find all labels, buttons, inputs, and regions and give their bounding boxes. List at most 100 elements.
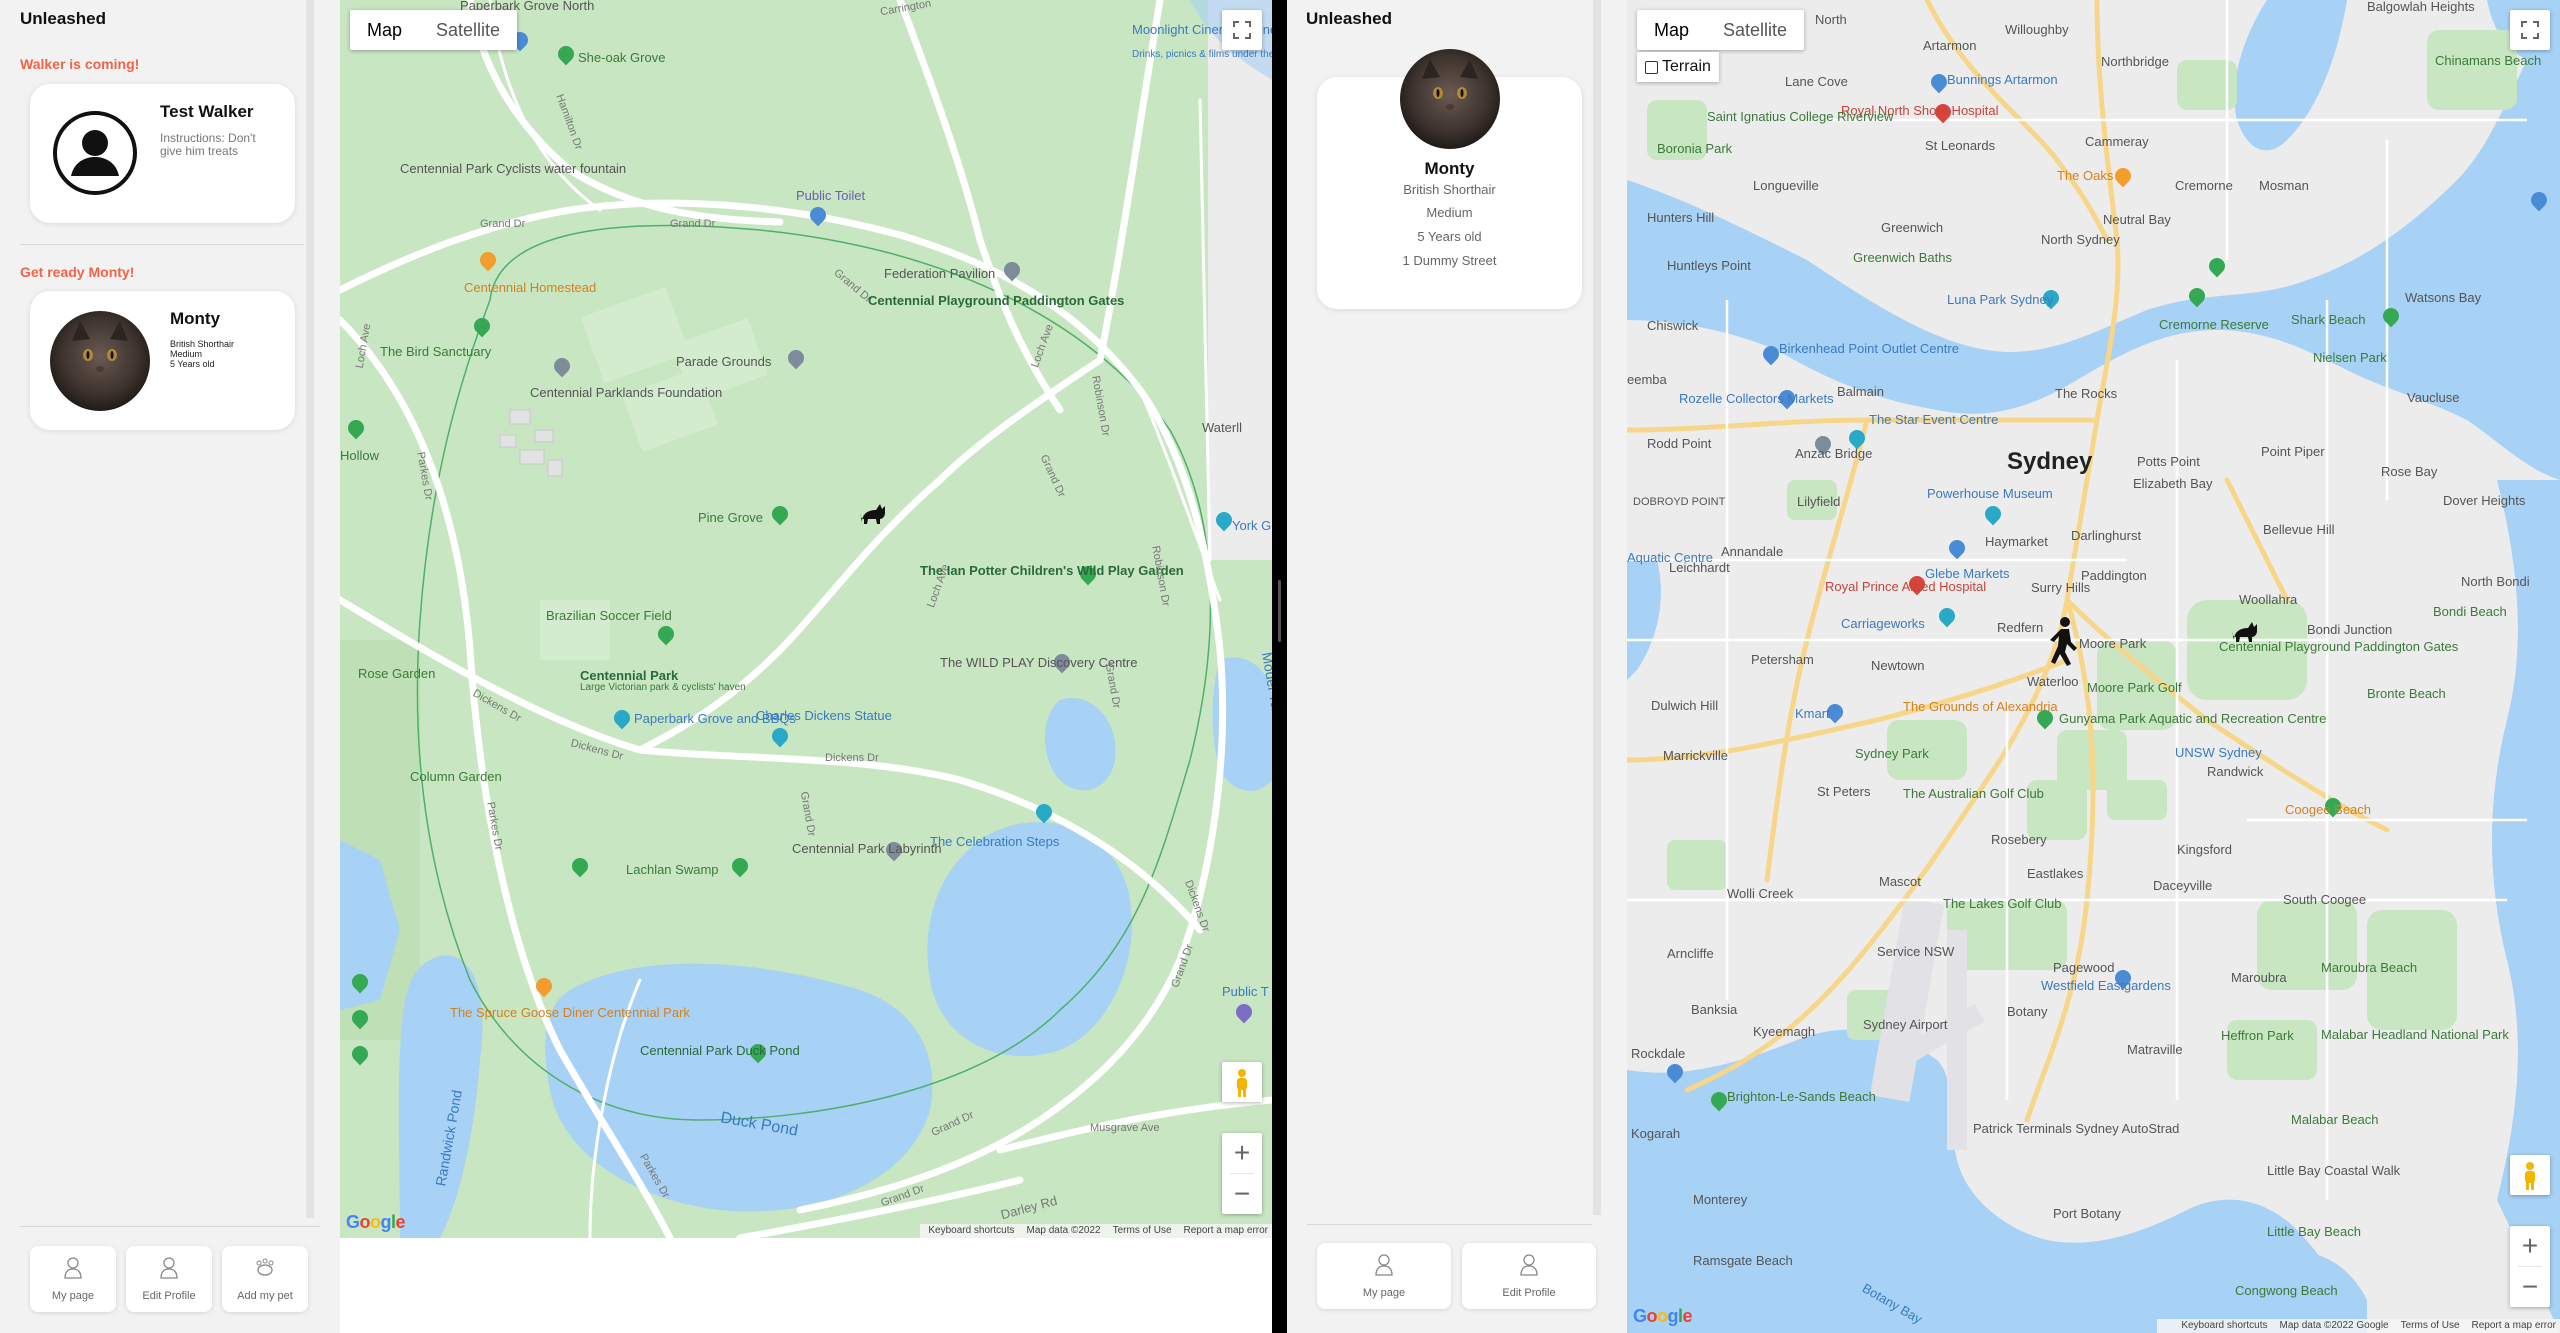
keyboard-shortcuts-link[interactable]: Keyboard shortcuts [2181, 1319, 2267, 1333]
zoom-out-button[interactable]: − [1222, 1174, 1262, 1214]
terms-link[interactable]: Terms of Use [1113, 1224, 1172, 1238]
place-label: North [1815, 12, 1847, 27]
window-divider[interactable] [1272, 0, 1287, 1333]
sidebar-scrollbar[interactable] [1593, 0, 1601, 1215]
place-label: Centennial Playground Paddington Gates [2219, 640, 2458, 654]
zoom-out-button[interactable]: − [2510, 1267, 2550, 1307]
place-label: Bondi Junction [2307, 622, 2393, 637]
map-type-map-button[interactable]: Map [350, 10, 419, 50]
place-label: Vaucluse [2407, 390, 2460, 405]
nav-label: Edit Profile [1502, 1287, 1556, 1299]
place-label: Hollow [340, 448, 380, 463]
place-label: Redfern [1997, 620, 2044, 635]
nav-edit-profile-button[interactable]: Edit Profile [1462, 1243, 1596, 1309]
nav-my-page-button[interactable]: My page [1317, 1243, 1451, 1309]
place-label: The Bird Sanctuary [380, 344, 492, 359]
pet-breed: British Shorthair [170, 339, 235, 349]
fullscreen-button[interactable] [2510, 10, 2550, 50]
place-label: Rockdale [1631, 1046, 1686, 1061]
report-error-link[interactable]: Report a map error [1184, 1224, 1268, 1238]
place-label: Dover Heights [2443, 493, 2526, 508]
street-view-pegman-button[interactable] [2510, 1155, 2550, 1195]
terrain-toggle[interactable]: Terrain [1637, 52, 1719, 82]
place-label: Willoughby [2005, 22, 2069, 37]
road-label: Musgrave Ave [1090, 1122, 1160, 1134]
walker-card[interactable]: Test Walker Instructions: Don't give him… [30, 84, 295, 223]
place-label: Column Garden [410, 769, 502, 784]
terrain-checkbox[interactable] [1645, 60, 1658, 74]
nav-add-pet-button[interactable]: Add my pet [222, 1246, 308, 1312]
left-map[interactable]: Paperbark Grove North Carrington She-oak… [340, 0, 1272, 1238]
place-label: Gunyama Park Aquatic and Recreation Cent… [2059, 711, 2327, 726]
pet-breed: British Shorthair [1403, 182, 1496, 197]
place-label: Lachlan Swamp [626, 862, 719, 877]
place-label: St Leonards [1925, 138, 1996, 153]
place-label: Westfield Eastgardens [2041, 978, 2171, 993]
place-label: Brighton-Le-Sands Beach [1727, 1089, 1876, 1104]
place-label: Elizabeth Bay [2133, 476, 2213, 491]
walker-location-icon[interactable] [2045, 616, 2079, 666]
place-label: Arncliffe [1667, 946, 1714, 961]
nav-my-page-button[interactable]: My page [30, 1246, 116, 1312]
pet-heading: Get ready Monty! [20, 264, 135, 280]
pet-name: Monty [1424, 159, 1475, 178]
map-type-satellite-button[interactable]: Satellite [1706, 10, 1804, 50]
report-error-link[interactable]: Report a map error [2472, 1319, 2556, 1333]
place-sublabel: Large Victorian park & cyclists' haven [580, 682, 746, 693]
map-type-satellite-button[interactable]: Satellite [419, 10, 517, 50]
place-label: Huntleys Point [1667, 258, 1751, 273]
map-type-control: Map Satellite [1637, 10, 1805, 50]
place-label: Surry Hills [2031, 580, 2091, 595]
place-label: Centennial Park Cyclists water fountain [400, 161, 627, 176]
pet-profile-card[interactable]: Monty British Shorthair Medium 5 Years o… [1317, 49, 1582, 309]
map-type-map-button[interactable]: Map [1637, 10, 1706, 50]
place-label: Charles Dickens Statue [756, 708, 892, 723]
walker-name: Test Walker [160, 102, 254, 121]
place-label: Darlinghurst [2071, 528, 2142, 543]
place-label: Kmart [1795, 706, 1830, 721]
google-logo: Google [1633, 1306, 1693, 1326]
place-label: Lane Cove [1785, 74, 1848, 89]
google-logo: Google [346, 1212, 406, 1232]
pegman-icon [1237, 1069, 1247, 1097]
place-label: The Ian Potter Children's Wild Play Gard… [920, 563, 1184, 578]
place-label: Waterll [1202, 420, 1242, 435]
place-label: The Rocks [2055, 386, 2118, 401]
nav-label: My page [1362, 1287, 1406, 1299]
place-label: Heffron Park [2221, 1028, 2294, 1043]
zoom-in-button[interactable]: + [2510, 1226, 2550, 1266]
divider-handle[interactable] [1278, 580, 1281, 642]
pet-age: 5 Years old [1417, 229, 1482, 244]
place-label: The Grounds of Alexandria [1903, 699, 2058, 714]
fullscreen-icon [1233, 21, 1251, 39]
place-label: Eastlakes [2027, 866, 2084, 881]
place-label: Marrickville [1663, 748, 1728, 763]
place-label: Newtown [1871, 658, 1925, 673]
pet-card[interactable]: Monty British Shorthair Medium 5 Years o… [30, 291, 295, 430]
pet-address: 1 Dummy Street [1402, 253, 1497, 268]
keyboard-shortcuts-link[interactable]: Keyboard shortcuts [928, 1224, 1014, 1238]
map-attribution: Keyboard shortcuts Map data ©2022 Terms … [920, 1224, 1272, 1238]
pet-size: Medium [1426, 205, 1473, 220]
pet-name: Monty [170, 309, 221, 328]
right-map[interactable]: North Artarmon Willoughby Balgowlah Heig… [1627, 0, 2560, 1333]
place-label: Powerhouse Museum [1927, 486, 2053, 501]
cat-pet-location-icon[interactable] [858, 500, 888, 526]
person-icon [1520, 1254, 1538, 1276]
fullscreen-button[interactable] [1222, 10, 1262, 50]
place-label: Kyeemagh [1753, 1024, 1816, 1039]
place-label: Northbridge [2101, 54, 2169, 69]
place-label: Centennial Parklands Foundation [530, 385, 723, 400]
left-app-window: Unleashed Walker is coming! Test Walker … [0, 0, 1272, 1333]
nav-label: My page [51, 1290, 95, 1302]
terms-link[interactable]: Terms of Use [2401, 1319, 2460, 1333]
zoom-in-button[interactable]: + [1222, 1133, 1262, 1173]
place-label: She-oak Grove [578, 50, 666, 65]
street-view-pegman-button[interactable] [1222, 1062, 1262, 1102]
nav-label: Add my pet [237, 1290, 293, 1302]
place-label: The Star Event Centre [1869, 412, 1999, 427]
nav-edit-profile-button[interactable]: Edit Profile [126, 1246, 212, 1312]
map-canvas [340, 0, 1272, 1238]
sidebar-scrollbar[interactable] [306, 0, 314, 1218]
place-label: Nielsen Park [2313, 350, 2387, 365]
